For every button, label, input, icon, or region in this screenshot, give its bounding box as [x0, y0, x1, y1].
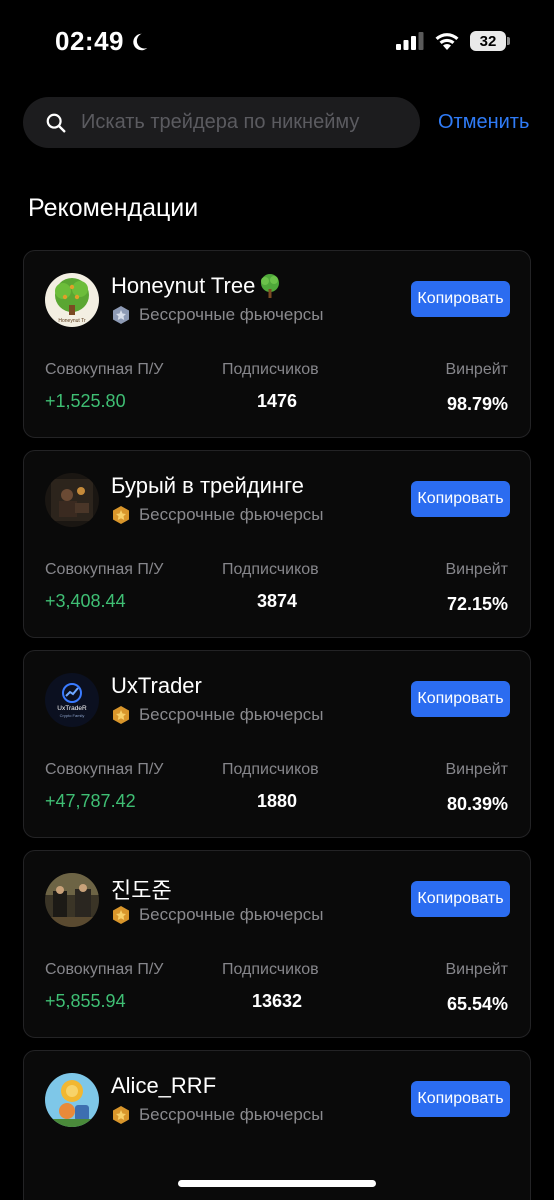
- badge-row: Бессрочные фьючерсы: [111, 905, 324, 925]
- subscribers-label: Подписчиков: [222, 761, 319, 778]
- trader-name[interactable]: UxTrader: [111, 673, 202, 699]
- trader-name-text: Honeynut Tree: [111, 273, 256, 298]
- cancel-button[interactable]: Отменить: [438, 111, 529, 134]
- trader-card[interactable]: 진도준 Бессрочные фьючерсы Копировать Совок…: [23, 850, 531, 1038]
- subscribers-value: 1476: [256, 391, 298, 411]
- trader-name[interactable]: Alice_RRF: [111, 1073, 216, 1099]
- battery-icon: 32: [470, 31, 506, 51]
- search-icon: [46, 113, 66, 132]
- subscribers-value: 3874: [256, 591, 298, 611]
- battery-level: 32: [479, 32, 497, 50]
- winrate-value: 65.54%: [446, 994, 508, 1014]
- winrate-label: Винрейт: [445, 961, 508, 978]
- trader-card[interactable]: UxTradeR Crypto Family UxTrader Бессрочн…: [23, 650, 531, 838]
- copy-button[interactable]: Копировать: [411, 1081, 510, 1117]
- trader-name[interactable]: 진도준: [111, 873, 172, 905]
- gold-medal-icon: [113, 906, 129, 924]
- gold-medal-icon: [113, 706, 129, 724]
- battery-tip: [507, 37, 510, 45]
- search-input[interactable]: [81, 111, 401, 134]
- gold-medal-icon: [113, 1106, 129, 1124]
- search-bar[interactable]: [23, 97, 420, 148]
- badge-label: Бессрочные фьючерсы: [139, 505, 324, 524]
- status-bar: 02:49 32: [0, 0, 554, 84]
- gold-medal-icon: [113, 506, 129, 524]
- badge-label: Бессрочные фьючерсы: [139, 705, 324, 724]
- badge-row: Бессрочные фьючерсы: [111, 1105, 324, 1125]
- cellular-signal-icon: [396, 32, 424, 50]
- trader-name[interactable]: Бурый в трейдинге: [111, 473, 304, 499]
- wifi-icon: [435, 33, 459, 50]
- cartoon-avatar: [45, 1073, 99, 1127]
- subscribers-label: Подписчиков: [222, 961, 319, 978]
- moon-icon: [133, 33, 148, 50]
- pnl-value: +1,525.80: [45, 391, 126, 411]
- trader-name-text: Alice_RRF: [111, 1073, 217, 1098]
- pnl-label: Совокупная П/У: [45, 561, 164, 578]
- subscribers-value: 13632: [251, 991, 303, 1011]
- badge-row: Бессрочные фьючерсы: [111, 505, 324, 525]
- avatar-logo-text: UxTradeR: [57, 705, 87, 712]
- pnl-label: Совокупная П/У: [45, 361, 164, 378]
- trader-name-text: UxTrader: [111, 673, 202, 698]
- clock-text: 02:49: [55, 26, 124, 56]
- avatar-caption: Honeynut Tr: [58, 318, 86, 324]
- winrate-label: Винрейт: [445, 561, 508, 578]
- tree-emoji-icon: [261, 274, 280, 298]
- avatar: [45, 1073, 99, 1127]
- avatar: [45, 873, 99, 927]
- avatar: UxTradeR Crypto Family: [45, 673, 99, 727]
- pnl-label: Совокупная П/У: [45, 961, 164, 978]
- copy-button[interactable]: Копировать: [411, 481, 510, 517]
- photo-avatar: [45, 873, 99, 927]
- copy-button[interactable]: Копировать: [411, 681, 510, 717]
- home-indicator[interactable]: [178, 1180, 376, 1187]
- badge-label: Бессрочные фьючерсы: [139, 1105, 324, 1124]
- winrate-label: Винрейт: [445, 361, 508, 378]
- copy-button[interactable]: Копировать: [411, 881, 510, 917]
- trader-name-text: Бурый в трейдинге: [111, 473, 304, 498]
- status-time: 02:49: [55, 26, 150, 57]
- avatar: Honeynut Tr: [45, 273, 99, 327]
- winrate-label: Винрейт: [445, 761, 508, 778]
- winrate-value: 80.39%: [446, 794, 508, 814]
- subscribers-label: Подписчиков: [222, 361, 319, 378]
- trader-card[interactable]: Honeynut Tr Honeynut Tree Бессрочные фью…: [23, 250, 531, 438]
- trader-card[interactable]: Alice_RRF Бессрочные фьючерсы Копировать: [23, 1050, 531, 1200]
- winrate-value: 98.79%: [446, 394, 508, 414]
- trader-name-text: 진도준: [111, 878, 172, 903]
- avatar: [45, 473, 99, 527]
- pnl-value: +5,855.94: [45, 991, 126, 1011]
- trader-name[interactable]: Honeynut Tree: [111, 273, 283, 299]
- silver-medal-icon: [113, 306, 129, 324]
- avatar-logo-subtext: Crypto Family: [60, 713, 85, 718]
- uxtrader-logo-avatar: UxTradeR Crypto Family: [45, 673, 99, 727]
- trader-card[interactable]: Бурый в трейдинге Бессрочные фьючерсы Ко…: [23, 450, 531, 638]
- winrate-value: 72.15%: [446, 594, 508, 614]
- pnl-label: Совокупная П/У: [45, 761, 164, 778]
- honeynut-tree-avatar: Honeynut Tr: [45, 273, 99, 327]
- badge-row: Бессрочные фьючерсы: [111, 305, 324, 325]
- subscribers-label: Подписчиков: [222, 561, 319, 578]
- badge-row: Бессрочные фьючерсы: [111, 705, 324, 725]
- section-title: Рекомендации: [28, 194, 199, 222]
- badge-label: Бессрочные фьючерсы: [139, 905, 324, 924]
- subscribers-value: 1880: [256, 791, 298, 811]
- badge-label: Бессрочные фьючерсы: [139, 305, 324, 324]
- pnl-value: +47,787.42: [45, 791, 136, 811]
- pnl-value: +3,408.44: [45, 591, 126, 611]
- copy-button[interactable]: Копировать: [411, 281, 510, 317]
- photo-avatar: [45, 473, 99, 527]
